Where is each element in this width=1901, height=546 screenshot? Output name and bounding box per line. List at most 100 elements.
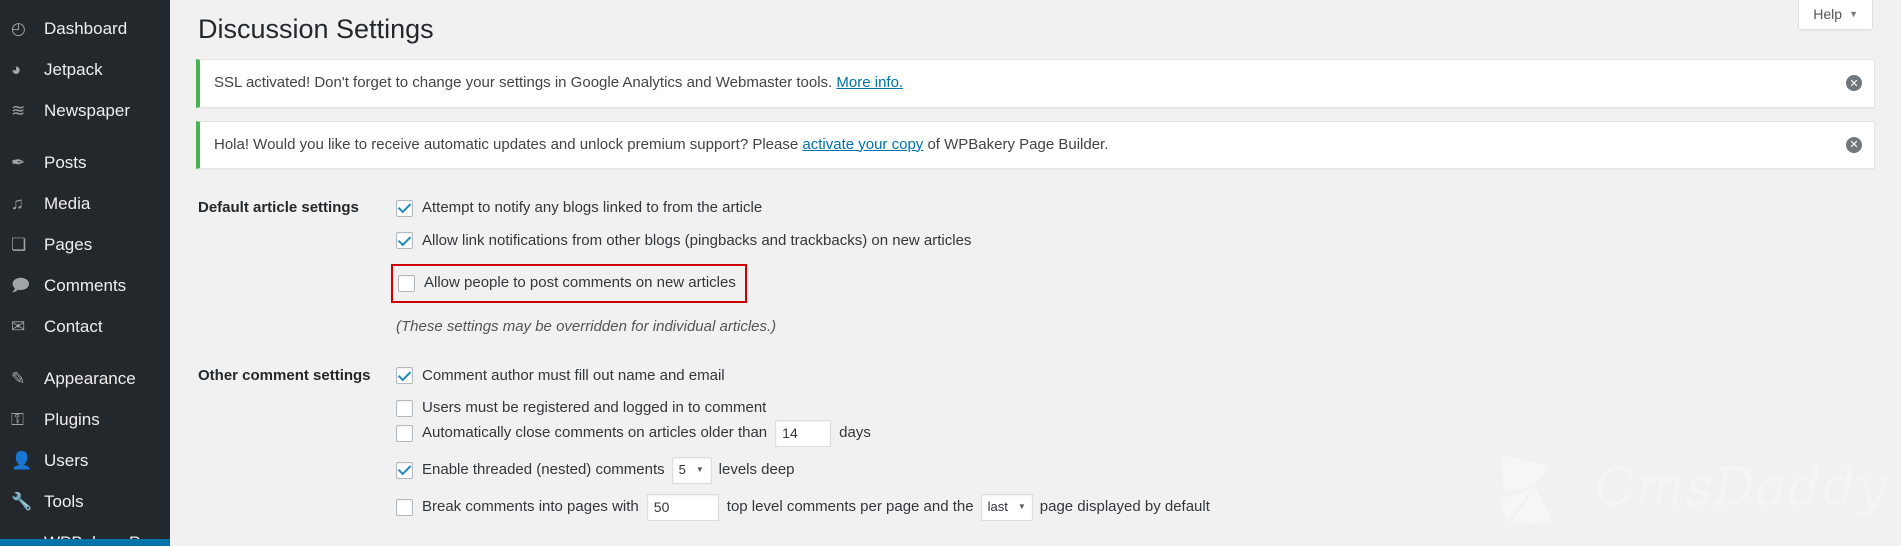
default-page-value: last	[987, 499, 1008, 515]
sidebar-item-users[interactable]: 👤 Users	[0, 440, 170, 481]
sidebar-item-label: Newspaper	[44, 101, 130, 120]
sidebar-item-contact[interactable]: ✉ Contact	[0, 306, 170, 347]
sidebar-item-label: Jetpack	[44, 60, 103, 79]
default-article-option-checkbox[interactable]	[398, 274, 415, 292]
threaded-comments-checkbox[interactable]	[396, 461, 413, 479]
sidebar-item-label: Comments	[44, 276, 127, 295]
other-comment-settings-heading: Other comment settings	[198, 366, 371, 384]
threaded-levels-suffix: levels deep	[718, 460, 795, 478]
other-comment-option-checkbox[interactable]	[396, 399, 413, 417]
sidebar-item-label: Contact	[44, 317, 103, 336]
default-article-option-row: Allow link notifications from other blog…	[396, 230, 1865, 253]
other-comment-option-row: Users must be registered and logged in t…	[396, 397, 1865, 420]
pin-icon: ✒	[11, 153, 26, 172]
default-article-settings-options: Attempt to notify any blogs linked to fr…	[391, 183, 1875, 351]
pages-icon: ❏	[11, 235, 27, 254]
default-article-option-checkbox[interactable]	[396, 232, 413, 250]
auto-close-comments-checkbox[interactable]	[396, 424, 413, 442]
sidebar-item-pages[interactable]: ❏ Pages	[0, 224, 170, 265]
notice-text-before: SSL activated! Don't forget to change yo…	[214, 74, 837, 92]
default-article-note: (These settings may be overridden for in…	[396, 317, 777, 335]
other-comment-option-row: Comment author must fill out name and em…	[396, 365, 1865, 388]
sidebar-item-jetpack[interactable]: ◕ Jetpack	[0, 49, 170, 90]
default-article-option-label: Allow people to post comments on new art…	[424, 274, 736, 292]
default-article-option-label: Attempt to notify any blogs linked to fr…	[422, 199, 763, 217]
threaded-levels-value: 5	[678, 462, 686, 478]
threaded-levels-select[interactable]: 5 ▼	[671, 456, 712, 484]
sidebar-item-label: Posts	[44, 153, 87, 172]
sidebar-item-label: Tools	[44, 492, 84, 511]
break-comments-suffix-label: page displayed by default	[1039, 497, 1210, 515]
notice-link[interactable]: activate your copy	[802, 136, 923, 153]
media-icon: ♫	[11, 194, 24, 213]
default-article-settings-row: Default article settings Attempt to noti…	[196, 183, 1875, 351]
option-wrap: Attempt to notify any blogs linked to fr…	[396, 197, 762, 220]
other-comment-settings-options: Comment author must fill out name and em…	[396, 351, 1875, 535]
sidebar-item-posts[interactable]: ✒ Posts	[0, 142, 170, 183]
sidebar-item-label: Pages	[44, 235, 93, 254]
other-comment-option-checkbox[interactable]	[396, 367, 413, 385]
sidebar-separator	[0, 131, 170, 142]
other-comment-settings-row: Other comment settings Comment author mu…	[196, 351, 1875, 535]
sidebar-item-label: Media	[44, 194, 91, 213]
sidebar-item-tools[interactable]: 🔧 Tools	[0, 481, 170, 522]
admin-sidebar: ◴ Dashboard ◕ Jetpack ≋ Newspaper ✒ Posts ♫ Media…	[0, 0, 170, 546]
option-wrap: Allow link notifications from other blog…	[396, 230, 971, 253]
notice-text-before: Hola! Would you like to receive automati…	[214, 135, 803, 153]
default-article-option-label: Allow link notifications from other blog…	[422, 231, 972, 249]
help-button-label: Help	[1813, 6, 1843, 22]
option-wrap: Comment author must fill out name and em…	[396, 365, 725, 388]
comments-per-page-input[interactable]	[646, 493, 719, 521]
threaded-comments-label: Enable threaded (nested) comments	[422, 460, 665, 478]
notice-text-after: of WPBakery Page Builder.	[923, 135, 1109, 153]
sidebar-item-label: Appearance	[44, 369, 136, 388]
sidebar-item-label: Dashboard	[44, 19, 128, 38]
help-button[interactable]: Help ▼	[1798, 0, 1873, 30]
highlighted-option-box: Allow people to post comments on new art…	[391, 264, 747, 303]
sidebar-item-plugins[interactable]: ⚿ Plugins	[0, 399, 170, 440]
threaded-comments-row: Enable threaded (nested) comments 5 ▼ le…	[396, 456, 1865, 484]
sidebar-item-newspaper[interactable]: ≋ Newspaper	[0, 90, 170, 131]
notice-text: SSL activated! Don't forget to change yo…	[214, 72, 1832, 95]
auto-close-comments-row: Automatically close comments on articles…	[396, 419, 1865, 447]
notice: Hola! Would you like to receive automati…	[196, 120, 1875, 170]
user-icon: 👤	[11, 451, 33, 470]
notice: SSL activated! Don't forget to change yo…	[196, 59, 1875, 108]
sidebar-item-media[interactable]: ♫ Media	[0, 183, 170, 224]
envelope-icon: ✉	[11, 317, 26, 336]
wrench-icon: 🔧	[11, 492, 33, 511]
sidebar-item-dashboard[interactable]: ◴ Dashboard	[0, 8, 170, 49]
notice-text: Hola! Would you like to receive automati…	[214, 134, 1832, 157]
auto-close-days-input[interactable]	[775, 419, 832, 447]
other-comment-option-label: Comment author must fill out name and em…	[422, 366, 725, 384]
admin-screen: ◴ Dashboard ◕ Jetpack ≋ Newspaper ✒ Posts ♫ Media…	[0, 0, 1901, 546]
page-title: Discussion Settings	[198, 14, 434, 44]
auto-close-days-unit: days	[839, 423, 871, 441]
notice-link[interactable]: More info.	[836, 74, 903, 91]
dashboard-icon: ◴	[11, 19, 26, 38]
break-comments-label: Break comments into pages with	[422, 497, 639, 515]
sidebar-item-label: Users	[44, 451, 89, 470]
chevron-down-icon: ▼	[695, 465, 704, 475]
break-comments-pages-row: Break comments into pages with top level…	[396, 493, 1865, 521]
auto-close-comments-label: Automatically close comments on articles…	[422, 423, 768, 441]
chevron-down-icon: ▼	[1017, 502, 1026, 512]
option-wrap: Users must be registered and logged in t…	[396, 397, 766, 420]
discussion-settings-form: Default article settings Attempt to noti…	[196, 183, 1875, 535]
other-comment-option-label: Users must be registered and logged in t…	[422, 399, 767, 417]
help-tab-wrap: Help ▼	[1798, 0, 1873, 30]
jetpack-icon: ◕	[11, 60, 22, 79]
default-article-option-checkbox[interactable]	[396, 199, 413, 217]
chevron-down-icon: ▼	[1849, 9, 1858, 19]
default-article-option-row: Allow people to post comments on new art…	[391, 262, 1865, 305]
break-comments-pages-checkbox[interactable]	[396, 498, 413, 516]
sidebar-active-indicator	[0, 539, 170, 546]
notice-list: SSL activated! Don't forget to change yo…	[196, 59, 1875, 170]
main-content: Help ▼ Discussion Settings SSL activated…	[170, 0, 1901, 546]
default-page-select[interactable]: last ▼	[980, 493, 1033, 521]
sidebar-item-appearance[interactable]: ✎ Appearance	[0, 358, 170, 399]
sidebar-item-label: Plugins	[44, 410, 100, 429]
sidebar-item-comments[interactable]: 🗩 Comments	[0, 265, 170, 306]
dismiss-notice-icon[interactable]: ✕	[1846, 136, 1862, 153]
dismiss-notice-icon[interactable]: ✕	[1846, 75, 1862, 92]
